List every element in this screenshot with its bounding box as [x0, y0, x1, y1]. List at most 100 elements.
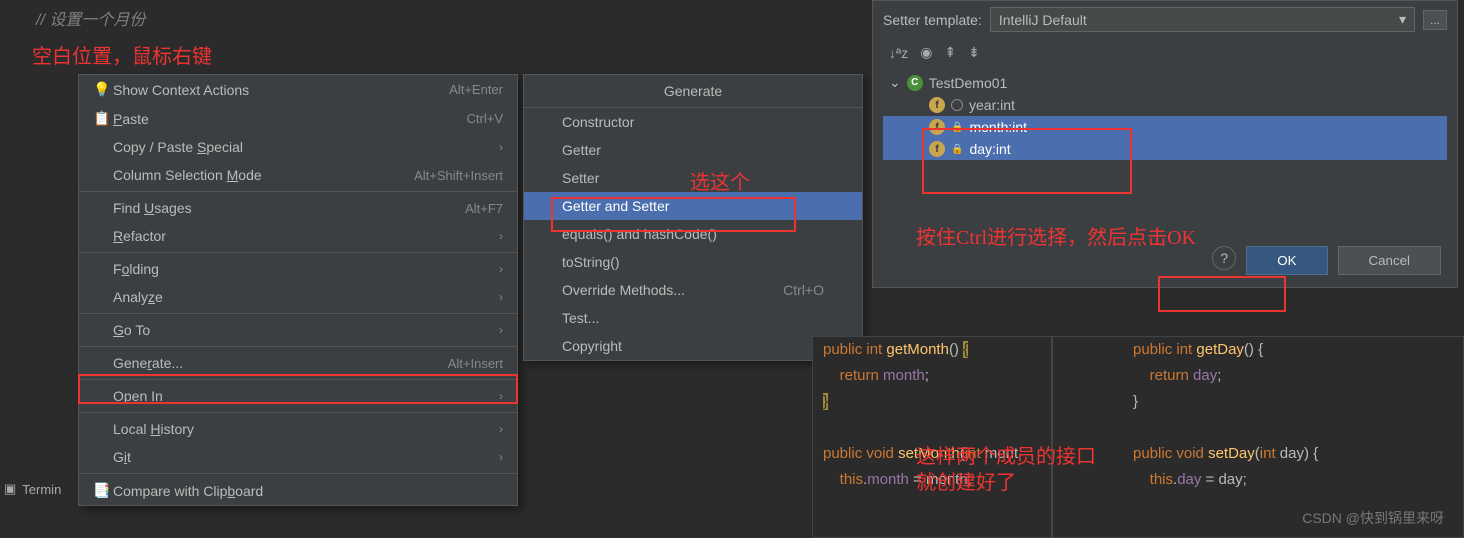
editor-comment: // 设置一个月份: [36, 6, 145, 30]
chevron-right-icon: ›: [499, 450, 503, 464]
class-icon: C: [907, 75, 923, 91]
annotation-select-this: 选这个: [690, 166, 750, 195]
setter-template-label: Setter template:: [883, 12, 982, 28]
menu-label: Find Usages: [113, 200, 465, 216]
menu-show-context-actions[interactable]: 💡 Show Context Actions Alt+Enter: [79, 75, 517, 104]
submenu-override[interactable]: Override Methods...Ctrl+O: [524, 276, 862, 304]
menu-copy-paste-special[interactable]: Copy / Paste Special ›: [79, 133, 517, 161]
menu-paste[interactable]: 📋 Paste Ctrl+V: [79, 104, 517, 133]
terminal-label: Termin: [22, 482, 61, 497]
submenu-test[interactable]: Test...: [524, 304, 862, 332]
menu-separator: [79, 252, 517, 253]
generate-submenu: Generate Constructor Getter Setter Gette…: [523, 74, 863, 361]
tree-field-year[interactable]: f year:int: [883, 94, 1447, 116]
tree-class-row[interactable]: ⌄ C TestDemo01: [883, 71, 1447, 94]
lock-icon: 🔒: [951, 122, 963, 133]
cancel-button[interactable]: Cancel: [1338, 246, 1442, 275]
menu-shortcut: Ctrl+V: [467, 111, 503, 126]
compare-icon: 📑: [93, 482, 113, 499]
chevron-down-icon: ▾: [1399, 11, 1406, 28]
menu-separator: [79, 313, 517, 314]
annotation-ctrl-select: 按住Ctrl进行选择，然后点击OK: [916, 221, 1196, 250]
setter-template-select[interactable]: IntelliJ Default ▾: [990, 7, 1415, 32]
target-icon[interactable]: ◉: [920, 44, 932, 61]
tree-field-day[interactable]: f 🔒 day:int: [883, 138, 1447, 160]
menu-shortcut: Alt+F7: [465, 201, 503, 216]
menu-generate[interactable]: Generate... Alt+Insert: [79, 349, 517, 377]
submenu-constructor[interactable]: Constructor: [524, 108, 862, 136]
menu-label: Folding: [113, 261, 499, 277]
menu-refactor[interactable]: Refactor ›: [79, 222, 517, 250]
terminal-icon: ▣: [4, 481, 16, 497]
context-menu: 💡 Show Context Actions Alt+Enter 📋 Paste…: [78, 74, 518, 506]
field-icon: f: [929, 141, 945, 157]
select-value: IntelliJ Default: [999, 12, 1087, 28]
menu-label: Analyze: [113, 289, 499, 305]
menu-label: Copy / Paste Special: [113, 139, 499, 155]
field-icon: f: [929, 97, 945, 113]
terminal-tool-window[interactable]: ▣ Termin: [4, 481, 61, 497]
clipboard-icon: 📋: [93, 110, 113, 127]
menu-folding[interactable]: Folding ›: [79, 255, 517, 283]
chevron-right-icon: ›: [499, 262, 503, 276]
menu-compare-clipboard[interactable]: 📑 Compare with Clipboard: [79, 476, 517, 505]
submenu-getter-setter[interactable]: Getter and Setter: [524, 192, 862, 220]
field-tree: ⌄ C TestDemo01 f year:int f 🔒 month:int …: [883, 71, 1447, 160]
tree-class-label: TestDemo01: [929, 75, 1008, 91]
lightbulb-icon: 💡: [93, 81, 113, 98]
submenu-tostring[interactable]: toString(): [524, 248, 862, 276]
menu-open-in[interactable]: Open In ›: [79, 382, 517, 410]
menu-git[interactable]: Git ›: [79, 443, 517, 471]
menu-shortcut: Alt+Shift+Insert: [414, 168, 503, 183]
browse-button[interactable]: ...: [1423, 10, 1447, 30]
radio-icon: [951, 99, 963, 111]
expand-all-icon[interactable]: ⇞: [944, 44, 956, 61]
tree-field-label: day:int: [969, 141, 1010, 157]
chevron-right-icon: ›: [499, 229, 503, 243]
menu-separator: [79, 346, 517, 347]
annotation-right-click: 空白位置，鼠标右键: [32, 40, 212, 69]
tree-field-label: year:int: [969, 97, 1015, 113]
tree-field-month[interactable]: f 🔒 month:int: [883, 116, 1447, 138]
menu-column-selection[interactable]: Column Selection Mode Alt+Shift+Insert: [79, 161, 517, 189]
watermark: CSDN @快到锅里来呀: [1302, 508, 1444, 528]
menu-label: Go To: [113, 322, 499, 338]
submenu-equals-hashcode[interactable]: equals() and hashCode(): [524, 220, 862, 248]
chevron-right-icon: ›: [499, 422, 503, 436]
menu-label: Paste: [113, 111, 467, 127]
menu-find-usages[interactable]: Find Usages Alt+F7: [79, 194, 517, 222]
field-icon: f: [929, 119, 945, 135]
menu-analyze[interactable]: Analyze ›: [79, 283, 517, 311]
sort-alpha-icon[interactable]: ↓ªz: [889, 45, 908, 61]
menu-separator: [79, 379, 517, 380]
menu-label: Local History: [113, 421, 499, 437]
menu-label: Compare with Clipboard: [113, 483, 503, 499]
lock-icon: 🔒: [951, 144, 963, 155]
chevron-down-icon: ⌄: [889, 74, 901, 91]
tree-field-label: month:int: [969, 119, 1027, 135]
collapse-all-icon[interactable]: ⇟: [968, 44, 980, 61]
chevron-right-icon: ›: [499, 389, 503, 403]
annotation-result-2: 就创建好了: [916, 466, 1016, 495]
menu-label: Show Context Actions: [113, 82, 449, 98]
menu-label: Refactor: [113, 228, 499, 244]
menu-label: Open In: [113, 388, 499, 404]
menu-label: Git: [113, 449, 499, 465]
chevron-right-icon: ›: [499, 290, 503, 304]
chevron-right-icon: ›: [499, 323, 503, 337]
menu-goto[interactable]: Go To ›: [79, 316, 517, 344]
menu-label: Column Selection Mode: [113, 167, 414, 183]
menu-local-history[interactable]: Local History ›: [79, 415, 517, 443]
menu-separator: [79, 473, 517, 474]
menu-separator: [79, 191, 517, 192]
menu-label: Generate...: [113, 355, 448, 371]
submenu-getter[interactable]: Getter: [524, 136, 862, 164]
ok-button[interactable]: OK: [1246, 246, 1327, 275]
dialog-toolbar: ↓ªz ◉ ⇞ ⇟: [873, 38, 1457, 67]
help-button[interactable]: ?: [1212, 246, 1236, 270]
menu-shortcut: Alt+Enter: [449, 82, 503, 97]
submenu-title: Generate: [524, 75, 862, 108]
code-preview-month: public int getMonth() { return month; } …: [812, 336, 1052, 538]
annotation-result-1: 这样两个成员的接口: [916, 440, 1096, 469]
menu-shortcut: Alt+Insert: [448, 356, 503, 371]
